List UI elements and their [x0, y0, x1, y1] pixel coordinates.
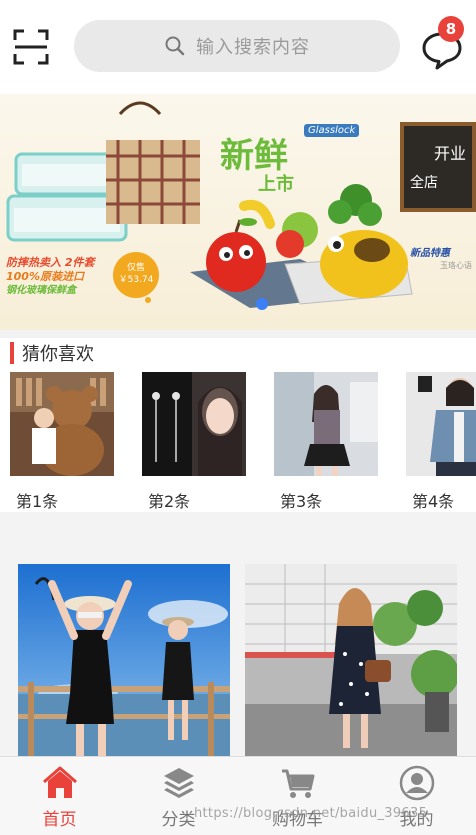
brand-logo: Glasslock	[304, 124, 360, 137]
banner-subheadline: 上市	[258, 174, 294, 195]
banner-promo-text: 防摔热卖入 2件套 100%原装进口 钢化玻璃保鲜盒	[6, 256, 94, 298]
section-title: 猜你喜欢	[22, 344, 94, 365]
brand-signature: 玉珞心语	[440, 261, 472, 270]
recommend-scroll-list[interactable]: 第1条 第2条 第3条 第4条	[10, 372, 476, 512]
promo-line: 100%原装进口	[6, 270, 84, 283]
product-image	[10, 372, 114, 476]
product-card[interactable]	[18, 564, 230, 756]
list-item[interactable]: 第3条	[274, 372, 378, 512]
item-label: 第4条	[412, 492, 455, 511]
tab-profile[interactable]: 我的	[357, 757, 476, 835]
promo-line: 防摔热卖入 2件套	[6, 256, 95, 269]
section-accent-bar	[10, 342, 14, 364]
product-image	[142, 372, 246, 476]
user-icon	[399, 765, 435, 801]
product-grid	[0, 512, 476, 756]
chalkboard-subtitle: 全店	[410, 175, 438, 191]
item-label: 第2条	[148, 492, 191, 511]
search-input[interactable]: 输入搜索内容	[74, 20, 400, 72]
top-header: 输入搜索内容 8	[0, 0, 476, 94]
promo-banner[interactable]: 新鲜 上市 Glasslock 防摔热卖入 2件套 100%原装进口 钢化玻璃保…	[0, 94, 476, 330]
price-badge: 仅售 ￥53.74	[113, 252, 159, 298]
list-item[interactable]: 第1条	[10, 372, 114, 512]
product-image	[406, 372, 476, 476]
price-label: 仅售	[126, 263, 145, 273]
item-label: 第3条	[280, 492, 323, 511]
chalkboard-sign: 开业 全店	[400, 122, 476, 212]
carousel-indicator-dot[interactable]	[256, 298, 268, 310]
item-label: 第1条	[16, 492, 59, 511]
section-header: 猜你喜欢	[10, 338, 94, 368]
tab-cart[interactable]: 购物车	[238, 757, 357, 835]
cart-icon	[282, 769, 315, 798]
price-value: ￥53.74	[118, 275, 154, 285]
home-icon	[43, 766, 77, 798]
product-card[interactable]	[245, 564, 457, 756]
scan-icon[interactable]	[12, 28, 50, 66]
tab-home[interactable]: 首页	[0, 757, 119, 835]
list-item[interactable]: 第2条	[142, 372, 246, 512]
tab-label: 首页	[42, 810, 77, 830]
chalkboard-title: 开业	[434, 144, 467, 163]
promo-line: 钢化玻璃保鲜盒	[6, 285, 76, 296]
section-divider	[0, 330, 476, 338]
bottom-tab-bar: 首页 分类 购物车 我的	[0, 756, 476, 835]
product-image	[245, 564, 457, 756]
product-image	[274, 372, 378, 476]
new-product-stamp: 新品特惠	[410, 248, 450, 259]
tab-category[interactable]: 分类	[119, 757, 238, 835]
watermark: https://blog.csdn.net/baidu_39635	[194, 806, 428, 821]
message-count-badge: 8	[438, 16, 464, 42]
product-image	[18, 564, 230, 756]
search-icon	[165, 36, 185, 56]
list-item[interactable]: 第4条	[406, 372, 476, 512]
layers-icon	[164, 768, 194, 798]
search-placeholder: 输入搜索内容	[196, 37, 310, 58]
